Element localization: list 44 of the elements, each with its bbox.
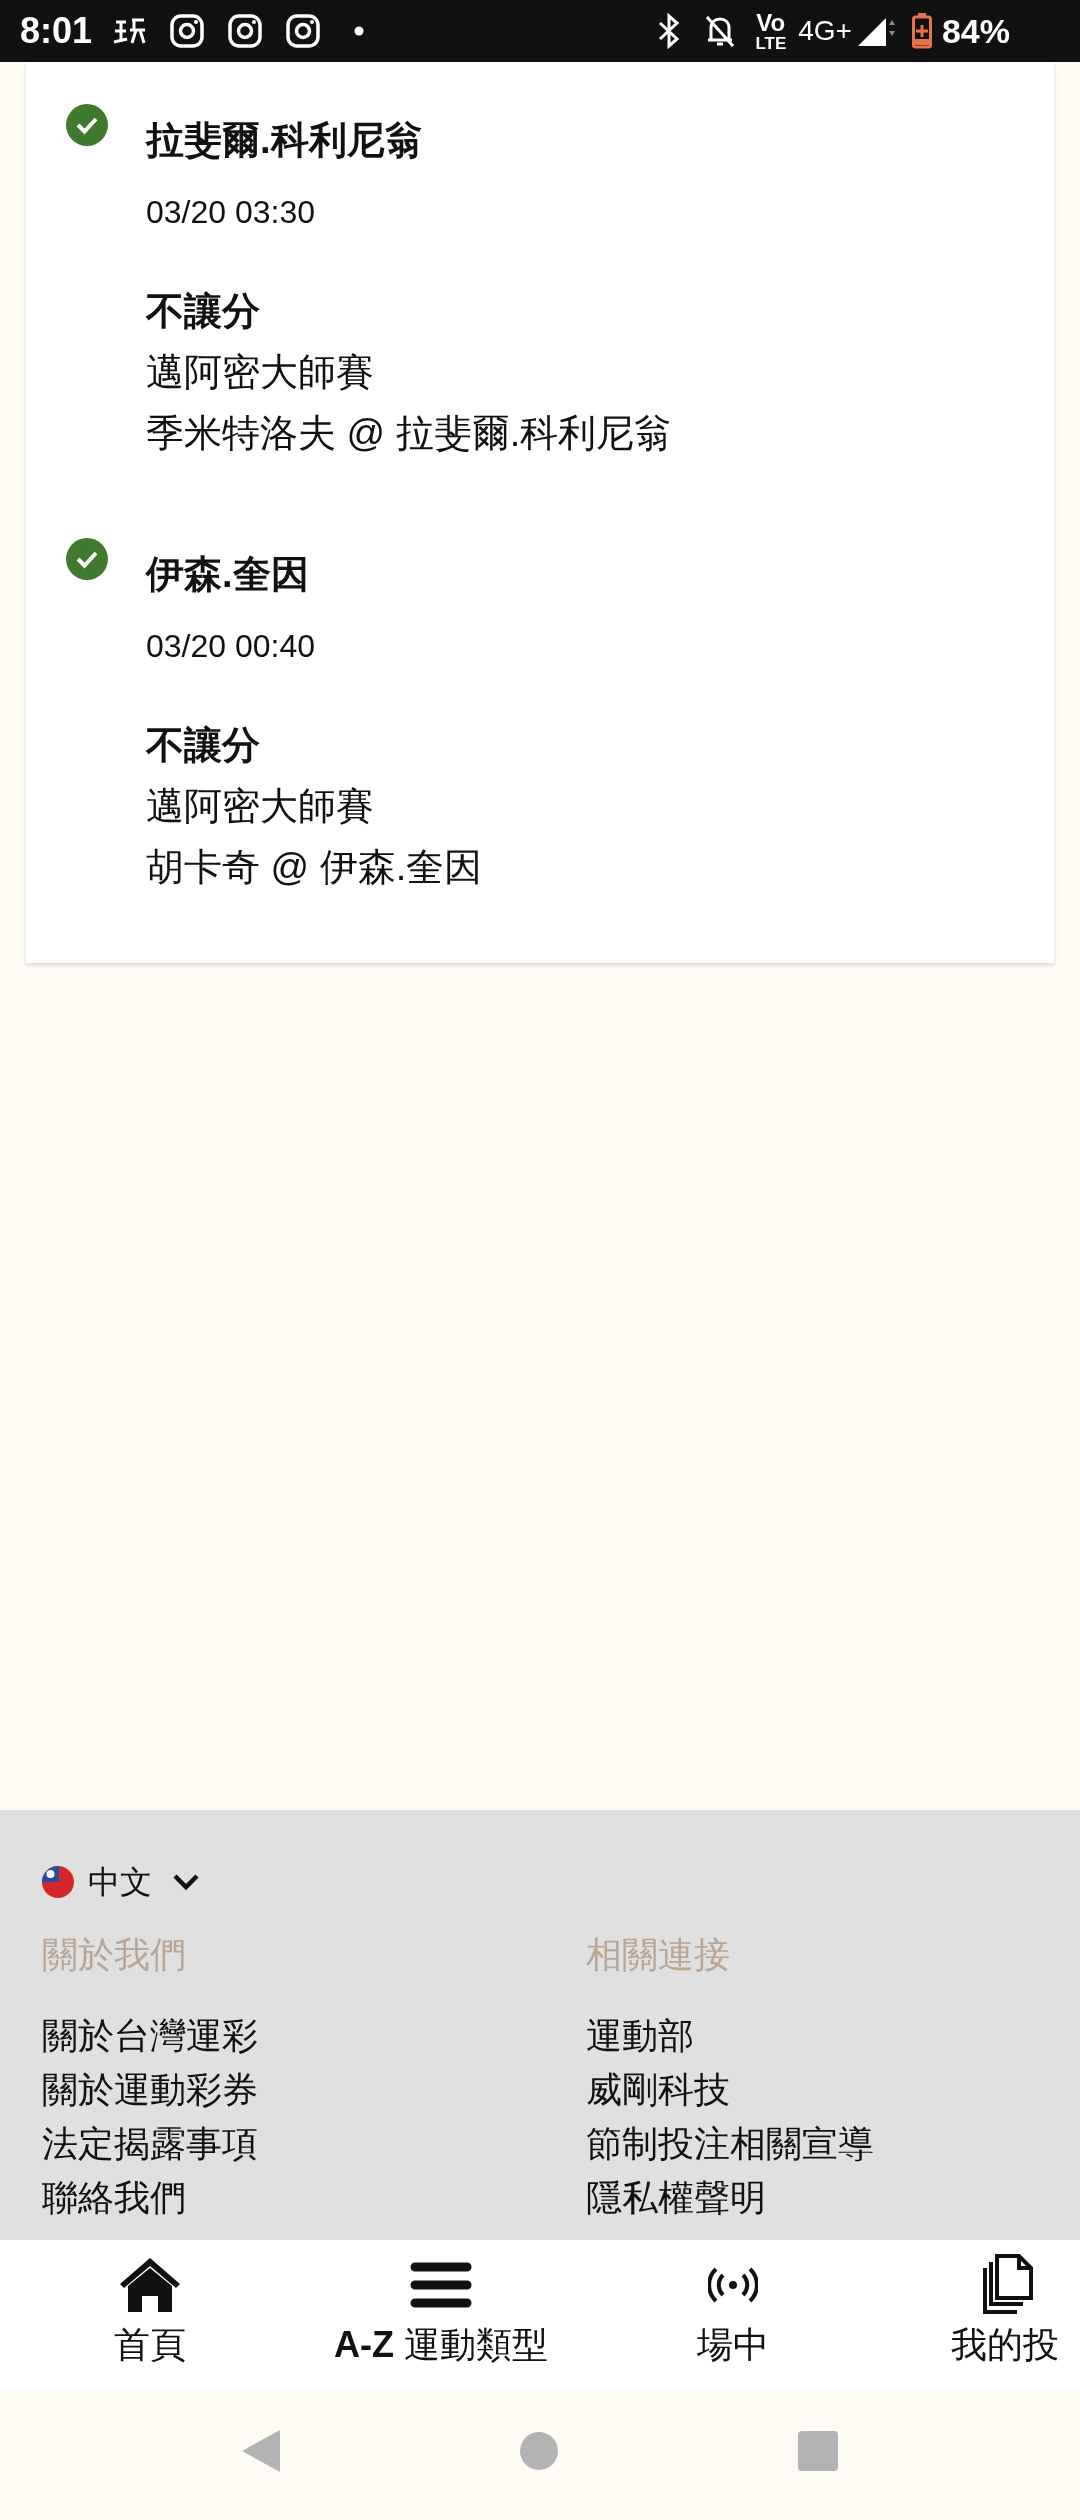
- match-name: 胡卡奇 @ 伊森.奎因: [146, 845, 483, 890]
- section-heading: 相關連接: [586, 1933, 731, 1977]
- chevron-down-icon: [172, 1873, 200, 1891]
- nav-tab[interactable]: 場中: [697, 2250, 769, 2370]
- nav-tab[interactable]: 我的投: [951, 2250, 1059, 2370]
- back-icon[interactable]: [242, 2430, 280, 2472]
- footer-link[interactable]: 聯絡我們: [42, 2171, 186, 2225]
- footer-link[interactable]: 威剛科技: [586, 2063, 730, 2117]
- footer-link[interactable]: 關於運動彩券: [42, 2063, 258, 2117]
- flag-icon: [42, 1866, 74, 1898]
- camera-icon: [228, 14, 263, 48]
- volte-label: Vo: [756, 10, 786, 35]
- selection-name: 拉斐爾.科利尼翁: [146, 118, 424, 163]
- app-icon: [112, 16, 147, 46]
- footer-link[interactable]: 關於台灣運彩: [42, 2009, 258, 2063]
- event-name: 邁阿密大師賽: [146, 350, 375, 395]
- nav-tab[interactable]: A-Z 運動類型: [334, 2250, 548, 2370]
- dot-icon: [354, 26, 365, 36]
- section-heading: 關於我們: [42, 1933, 187, 1977]
- camera-icon: [286, 14, 321, 48]
- network-type: 4G+: [798, 14, 852, 48]
- battery-percent: 84%: [941, 10, 1010, 52]
- footer-link[interactable]: 運動部: [586, 2009, 694, 2063]
- battery-icon: [911, 13, 932, 49]
- volte-label: LTE: [755, 34, 787, 52]
- home-icon: [118, 2256, 182, 2314]
- broadcast-icon: [708, 2266, 758, 2304]
- bet-time: 03/20 00:40: [146, 627, 317, 666]
- bet-time: 03/20 03:30: [146, 193, 317, 232]
- footer-link[interactable]: 節制投注相關宣導: [586, 2117, 874, 2171]
- language-selector[interactable]: 中文: [42, 1858, 200, 1906]
- clock: 8:01: [20, 9, 93, 53]
- footer-link[interactable]: 隱私權聲明: [586, 2171, 766, 2225]
- market-name: 不讓分: [146, 289, 261, 334]
- market-name: 不讓分: [146, 723, 261, 768]
- recents-icon[interactable]: [798, 2431, 838, 2471]
- match-name: 季米特洛夫 @ 拉斐爾.科利尼翁: [146, 411, 673, 456]
- menu-icon: [409, 2261, 473, 2309]
- camera-icon: [170, 14, 205, 48]
- selection-name: 伊森.奎因: [146, 552, 310, 597]
- footer-link[interactable]: 法定揭露事項: [42, 2117, 258, 2171]
- event-name: 邁阿密大師賽: [146, 784, 375, 829]
- nav-tab[interactable]: 首頁: [114, 2250, 186, 2370]
- home-icon[interactable]: [520, 2432, 558, 2470]
